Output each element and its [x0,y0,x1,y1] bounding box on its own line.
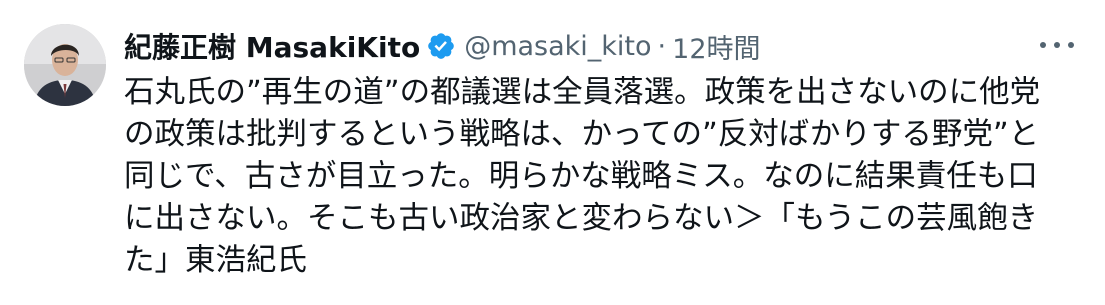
tweet-card[interactable]: 紀藤正樹 MasakiKito @masaki_kito · 12時間 石丸氏の… [0,0,1105,305]
avatar-photo-icon [24,24,106,106]
tweet-text-line: 同じで、古さが目立った。明らかな戦略ミス。なのに結果責任も口 [124,159,1038,194]
tweet-text-line: の政策は批判するという戦略は、かっての”反対ばかりする野党”と [124,117,1040,152]
more-dot [1068,42,1074,48]
more-dot [1040,42,1046,48]
tweet-text-line: た」東浩紀氏 [124,243,307,278]
tweet-text-line: に出さない。そこも古い政治家と変わらない＞「もうこの芸風飽き [124,201,1039,236]
tweet-timestamp[interactable]: 12時間 [672,27,760,66]
verified-badge-icon[interactable] [426,31,456,61]
tweet-text-line: 石丸氏の”再生の道”の都議選は全員落選。政策を出さないのに他党 [124,75,1041,110]
more-dot [1054,42,1060,48]
author-avatar[interactable] [24,24,106,106]
tweet-text: 石丸氏の”再生の道”の都議選は全員落選。政策を出さないのに他党 の政策は批判する… [124,72,1084,282]
author-name[interactable]: 紀藤正樹 MasakiKito [124,26,420,66]
more-options-icon[interactable] [1037,30,1077,60]
separator-dot: · [657,30,667,62]
author-handle[interactable]: @masaki_kito [464,31,651,62]
tweet-header: 紀藤正樹 MasakiKito @masaki_kito · 12時間 [124,24,761,68]
